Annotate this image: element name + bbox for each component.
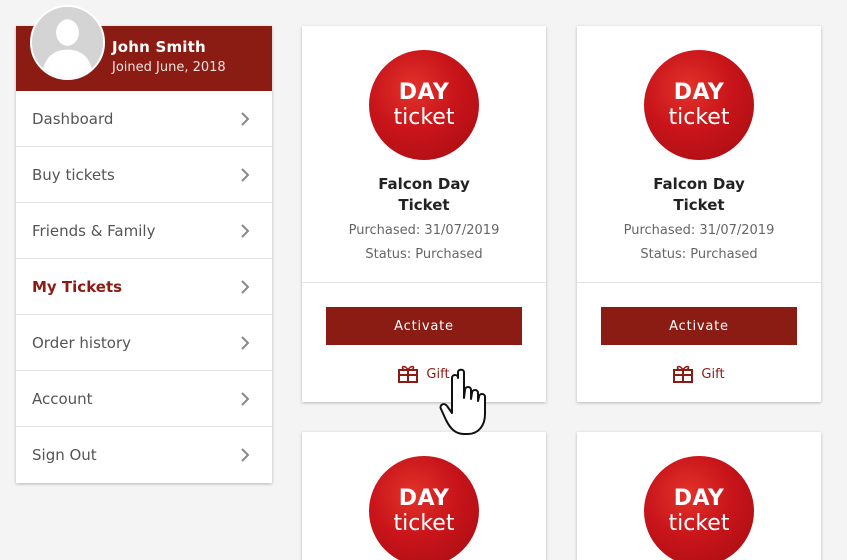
sidebar-item-label: Order history: [32, 333, 131, 352]
profile-header: John Smith Joined June, 2018: [16, 5, 272, 91]
sidebar-item-my-tickets[interactable]: My Tickets: [16, 259, 272, 315]
badge-day-text: DAY: [398, 485, 450, 511]
avatar[interactable]: [30, 5, 105, 80]
day-ticket-badge: DAY ticket: [644, 50, 754, 160]
ticket-purchased-date: Purchased: 31/07/2019: [348, 223, 500, 238]
ticket-card: DAY ticket: [577, 432, 821, 560]
user-silhouette-icon: [32, 7, 103, 78]
ticket-card: DAY ticket: [302, 432, 546, 560]
sidebar-item-account[interactable]: Account: [16, 371, 272, 427]
chevron-right-icon: [241, 111, 250, 126]
ticket-title: Falcon Day Ticket: [378, 175, 470, 214]
badge-day-text: DAY: [673, 79, 725, 105]
sidebar: John Smith Joined June, 2018 Dashboard B…: [16, 5, 272, 483]
gift-label: Gift: [426, 366, 450, 382]
badge-day-text: DAY: [673, 485, 725, 511]
ticket-status: Status: Purchased: [640, 247, 758, 262]
ticket-card: DAY ticket Falcon Day Ticket Purchased: …: [577, 26, 821, 402]
sidebar-item-order-history[interactable]: Order history: [16, 315, 272, 371]
sidebar-item-dashboard[interactable]: Dashboard: [16, 91, 272, 147]
gift-label: Gift: [701, 366, 725, 382]
badge-ticket-text: ticket: [393, 104, 455, 130]
ticket-purchased-date: Purchased: 31/07/2019: [623, 223, 775, 238]
gift-link[interactable]: Gift: [302, 365, 546, 383]
sidebar-item-label: My Tickets: [32, 277, 123, 296]
chevron-right-icon: [241, 167, 250, 182]
sidebar-item-label: Dashboard: [32, 109, 114, 128]
badge-ticket-text: ticket: [668, 104, 730, 130]
activate-button[interactable]: Activate: [601, 307, 797, 345]
badge-ticket-text: ticket: [668, 510, 730, 536]
ticket-title: Falcon Day Ticket: [653, 175, 745, 214]
profile-name: John Smith: [112, 38, 206, 56]
sidebar-item-friends-family[interactable]: Friends & Family: [16, 203, 272, 259]
badge-day-text: DAY: [398, 79, 450, 105]
gift-icon: [398, 365, 419, 383]
sidebar-item-label: Sign Out: [32, 446, 97, 464]
day-ticket-badge: DAY ticket: [644, 456, 754, 560]
chevron-right-icon: [241, 391, 250, 406]
chevron-right-icon: [241, 448, 250, 462]
ticket-status: Status: Purchased: [365, 247, 483, 262]
sidebar-item-label: Buy tickets: [32, 165, 115, 184]
sidebar-item-label: Account: [32, 389, 93, 408]
sidebar-item-buy-tickets[interactable]: Buy tickets: [16, 147, 272, 203]
day-ticket-badge: DAY ticket: [369, 456, 479, 560]
ticket-card-info: DAY ticket Falcon Day Ticket Purchased: …: [577, 26, 821, 283]
profile-joined-date: Joined June, 2018: [112, 60, 226, 75]
ticket-card-info: DAY ticket Falcon Day Ticket Purchased: …: [302, 26, 546, 283]
ticket-card-actions: Activate Gift: [577, 283, 821, 402]
chevron-right-icon: [241, 335, 250, 350]
activate-button[interactable]: Activate: [326, 307, 522, 345]
sidebar-item-label: Friends & Family: [32, 221, 156, 240]
sidebar-item-sign-out[interactable]: Sign Out: [16, 427, 272, 483]
gift-icon: [673, 365, 694, 383]
gift-link[interactable]: Gift: [577, 365, 821, 383]
chevron-right-icon: [241, 279, 250, 294]
badge-ticket-text: ticket: [393, 510, 455, 536]
chevron-right-icon: [241, 223, 250, 238]
day-ticket-badge: DAY ticket: [369, 50, 479, 160]
ticket-card: DAY ticket Falcon Day Ticket Purchased: …: [302, 26, 546, 402]
ticket-card-actions: Activate Gift: [302, 283, 546, 402]
